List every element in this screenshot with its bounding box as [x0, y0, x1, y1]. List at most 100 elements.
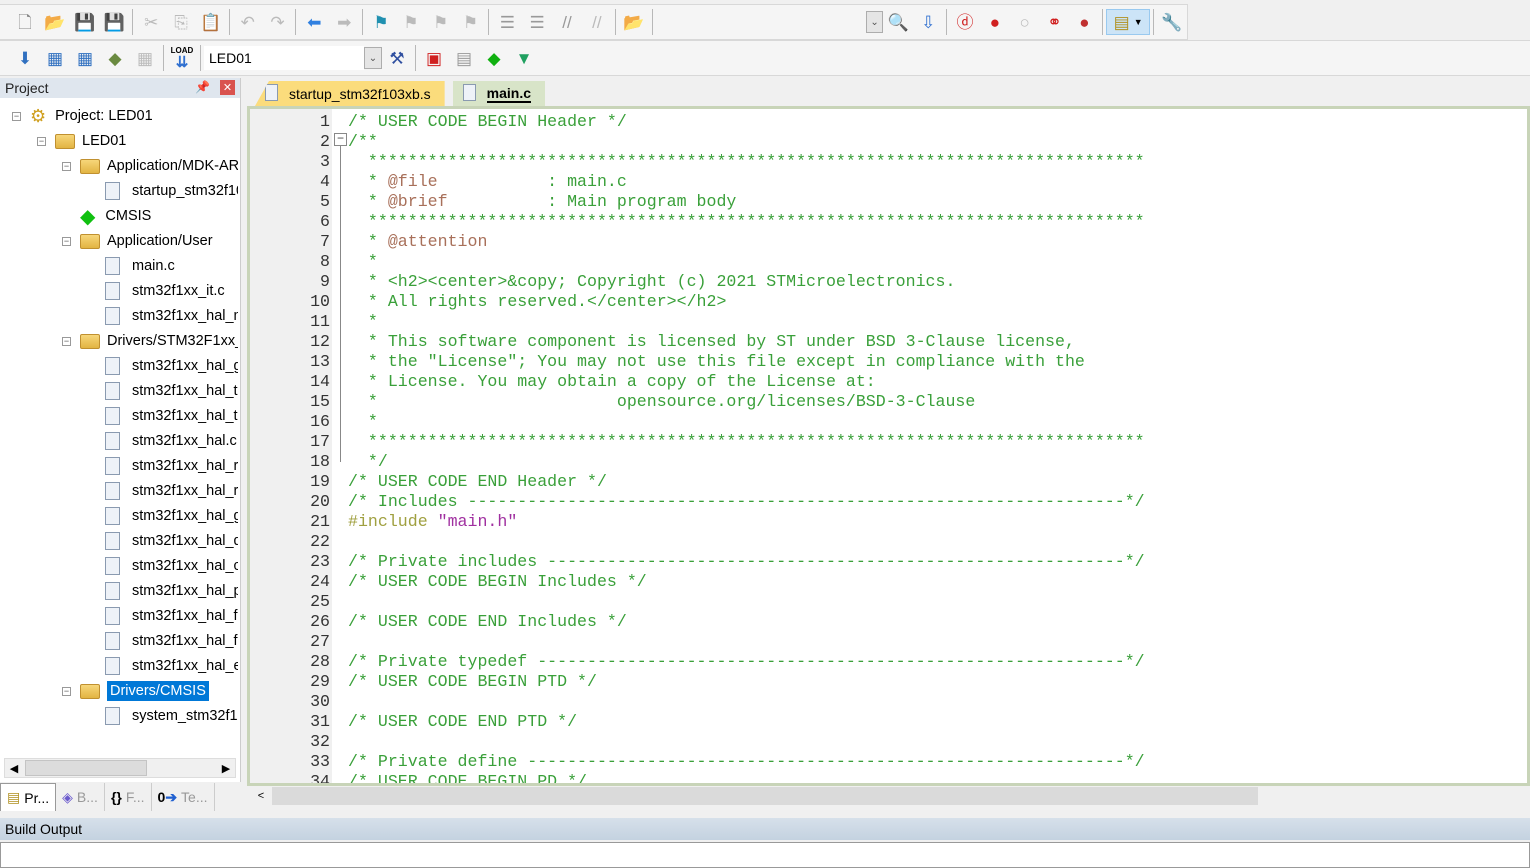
tree-item[interactable]: stm32f1xx_hal_tim_ex.c — [105, 404, 238, 428]
find-icon[interactable]: 🔍 — [883, 9, 913, 35]
tree-item[interactable]: system_stm32f1xx.c — [105, 704, 238, 728]
tree-item[interactable]: stm32f1xx_hal_rcc_ex.c — [105, 479, 238, 503]
save-all-icon[interactable]: 💾 — [99, 9, 129, 35]
close-panel-button[interactable]: ✕ — [220, 80, 235, 95]
tree-item[interactable]: stm32f1xx_hal_gpio.c — [105, 504, 238, 528]
manage-components-icon[interactable]: ▣ — [419, 45, 449, 71]
target-select-dropdown[interactable]: ⌄ — [364, 47, 382, 69]
translate-icon[interactable]: ⬇ — [10, 45, 40, 71]
tree-item[interactable]: stm32f1xx_hal_tim.c — [105, 379, 238, 403]
new-file-icon[interactable]: 🗋 — [10, 9, 40, 35]
collapse-toggle[interactable]: − — [62, 162, 71, 171]
tree-item[interactable]: stm32f1xx_hal.c — [105, 429, 237, 453]
project-icon: ⚙ — [30, 105, 47, 126]
toolbar-separator — [488, 9, 490, 35]
tab-project[interactable]: ▤ Pr... — [0, 783, 57, 811]
tree-item[interactable]: stm32f1xx_hal_exti.c — [105, 654, 238, 678]
scroll-right-icon[interactable]: ▶ — [217, 760, 235, 776]
tree-item[interactable]: stm32f1xx_it.c — [105, 279, 225, 303]
collapse-icon[interactable]: − — [334, 132, 347, 146]
tree-item[interactable]: stm32f1xx_hal_msp.c — [105, 304, 238, 328]
indent-icon[interactable]: ☰ — [492, 9, 522, 35]
configure-icon[interactable]: 🔧 — [1157, 9, 1187, 35]
tab-books[interactable]: ◈ B... — [56, 783, 105, 811]
collapse-toggle[interactable]: − — [12, 112, 21, 121]
tab-templates[interactable]: 0➔ Te... — [152, 783, 215, 811]
find-in-files-icon[interactable]: 📂 — [619, 9, 649, 35]
collapse-toggle[interactable]: − — [62, 687, 71, 696]
tree-item-label: Application/User — [107, 233, 213, 249]
tree-item[interactable]: stm32f1xx_hal_cortex.c — [105, 554, 238, 578]
rebuild-icon[interactable]: ▦ — [70, 45, 100, 71]
collapse-toggle[interactable]: − — [62, 337, 71, 346]
next-bookmark-icon[interactable]: ⚑ — [426, 9, 456, 35]
scrollbar-thumb[interactable] — [25, 760, 147, 776]
build-icon[interactable]: ▦ — [40, 45, 70, 71]
open-file-icon[interactable]: 📂 — [40, 9, 70, 35]
insert-breakpoint-icon[interactable]: ● — [980, 9, 1010, 35]
copy-icon[interactable]: ⎘ — [166, 9, 196, 35]
collapse-toggle[interactable]: − — [62, 237, 71, 246]
tab-functions[interactable]: {} F... — [105, 783, 152, 811]
tree-item[interactable]: Drivers/STM32F1xx_HAL_Driver — [80, 329, 238, 353]
comment-icon[interactable]: // — [552, 9, 582, 35]
tree-item[interactable]: Application/MDK-ARM — [80, 154, 238, 178]
paste-icon[interactable]: 📋 — [196, 9, 226, 35]
tree-item-label: system_stm32f1xx.c — [132, 708, 238, 724]
line-number: 7 — [320, 232, 330, 251]
batch-build-icon[interactable]: ◆ — [100, 45, 130, 71]
pack-installer-icon[interactable]: ◆ — [479, 45, 509, 71]
tree-item[interactable]: stm32f1xx_hal_flash_ex.c — [105, 629, 238, 653]
insert-bookmark-icon[interactable]: ⚑ — [366, 9, 396, 35]
uncomment-icon[interactable]: // — [582, 9, 612, 35]
tree-item[interactable]: Drivers/CMSIS — [80, 679, 209, 703]
prev-bookmark-icon[interactable]: ⚑ — [396, 9, 426, 35]
window-layout-icon[interactable]: ▤ ▼ — [1106, 9, 1151, 35]
cut-icon[interactable]: ✂ — [136, 9, 166, 35]
code-editor[interactable]: − 1/* USER CODE BEGIN Header */2/** 3 ***… — [247, 106, 1530, 786]
manage-runtime-icon[interactable]: ▼ — [509, 45, 539, 71]
stop-build-icon[interactable]: ▦ — [130, 45, 160, 71]
tree-item[interactable]: startup_stm32f103xb.s — [105, 179, 238, 203]
scroll-left-icon[interactable]: ◀ — [5, 760, 23, 776]
line-number: 17 — [310, 432, 330, 451]
collapse-toggle[interactable]: − — [37, 137, 46, 146]
tab-startup-file[interactable]: startup_stm32f103xb.s — [255, 81, 445, 106]
tree-item[interactable]: stm32f1xx_hal_pwr.c — [105, 579, 238, 603]
scroll-left-icon[interactable]: < — [252, 788, 270, 804]
editor-horizontal-scrollbar[interactable]: < — [250, 786, 1530, 806]
tree-item[interactable]: ◆ CMSIS — [80, 204, 151, 228]
tree-item[interactable]: stm32f1xx_hal_flash.c — [105, 604, 238, 628]
tab-main-c[interactable]: main.c — [452, 81, 545, 106]
tree-item-label: stm32f1xx_hal_gpio.c — [132, 508, 238, 524]
clear-bookmarks-icon[interactable]: ⚑ — [456, 9, 486, 35]
target-select[interactable]: LED01 — [204, 46, 364, 70]
unindent-icon[interactable]: ☰ — [522, 9, 552, 35]
scrollbar-thumb[interactable] — [272, 787, 1258, 805]
tree-item[interactable]: stm32f1xx_hal_dma.c — [105, 529, 238, 553]
tree-item[interactable]: stm32f1xx_hal_gpio_ex.c — [105, 354, 238, 378]
incremental-find-icon[interactable]: ⇩ — [913, 9, 943, 35]
tree-item[interactable]: LED01 — [55, 129, 126, 153]
build-output-pane[interactable] — [0, 842, 1530, 868]
tree-item[interactable]: ⚙ Project: LED01 — [30, 104, 153, 128]
project-horizontal-scrollbar[interactable]: ◀ ▶ — [4, 758, 236, 778]
select-packs-icon[interactable]: ▤ — [449, 45, 479, 71]
navigate-forward-icon[interactable]: ➡ — [329, 9, 359, 35]
navigate-back-icon[interactable]: ⬅ — [299, 9, 329, 35]
save-icon[interactable]: 💾 — [70, 9, 100, 35]
combo-dropdown[interactable]: ⌄ — [865, 11, 884, 33]
tree-item[interactable]: stm32f1xx_hal_rcc.c — [105, 454, 238, 478]
pin-icon[interactable]: 📌 — [195, 80, 210, 94]
download-icon[interactable]: LOAD ⇊ — [167, 45, 197, 71]
kill-breakpoints-icon[interactable]: ● — [1069, 9, 1099, 35]
target-options-icon[interactable]: ⚒ — [382, 45, 412, 71]
tree-item-label: stm32f1xx_hal_flash_ex.c — [132, 633, 238, 649]
tree-item[interactable]: main.c — [105, 254, 175, 278]
undo-icon[interactable]: ↶ — [233, 9, 263, 35]
enable-breakpoint-icon[interactable]: ○ — [1010, 9, 1040, 35]
tree-item[interactable]: Application/User — [80, 229, 213, 253]
redo-icon[interactable]: ↷ — [263, 9, 293, 35]
disable-breakpoints-icon[interactable]: ⚭ — [1040, 9, 1070, 35]
start-debug-icon[interactable]: ⓓ — [950, 9, 980, 35]
